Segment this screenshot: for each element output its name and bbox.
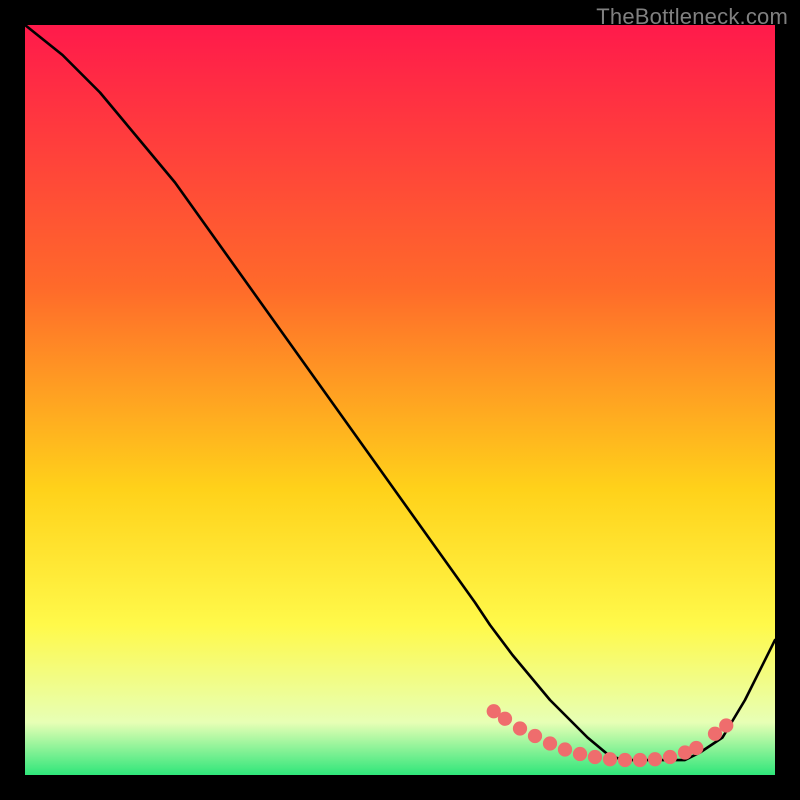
highlight-dot — [689, 741, 703, 755]
chart-stage: TheBottleneck.com — [0, 0, 800, 800]
highlight-dot — [528, 729, 542, 743]
highlight-dot — [663, 750, 677, 764]
highlight-dot — [719, 718, 733, 732]
highlight-dot — [648, 752, 662, 766]
highlight-dot — [543, 736, 557, 750]
watermark-text: TheBottleneck.com — [596, 4, 788, 30]
highlight-dot — [498, 712, 512, 726]
highlight-dot — [618, 753, 632, 767]
highlight-dot — [573, 747, 587, 761]
highlight-dot — [633, 753, 647, 767]
bottleneck-chart — [25, 25, 775, 775]
highlight-dot — [513, 721, 527, 735]
highlight-dot — [558, 742, 572, 756]
highlight-dot — [588, 750, 602, 764]
highlight-dot — [603, 752, 617, 766]
